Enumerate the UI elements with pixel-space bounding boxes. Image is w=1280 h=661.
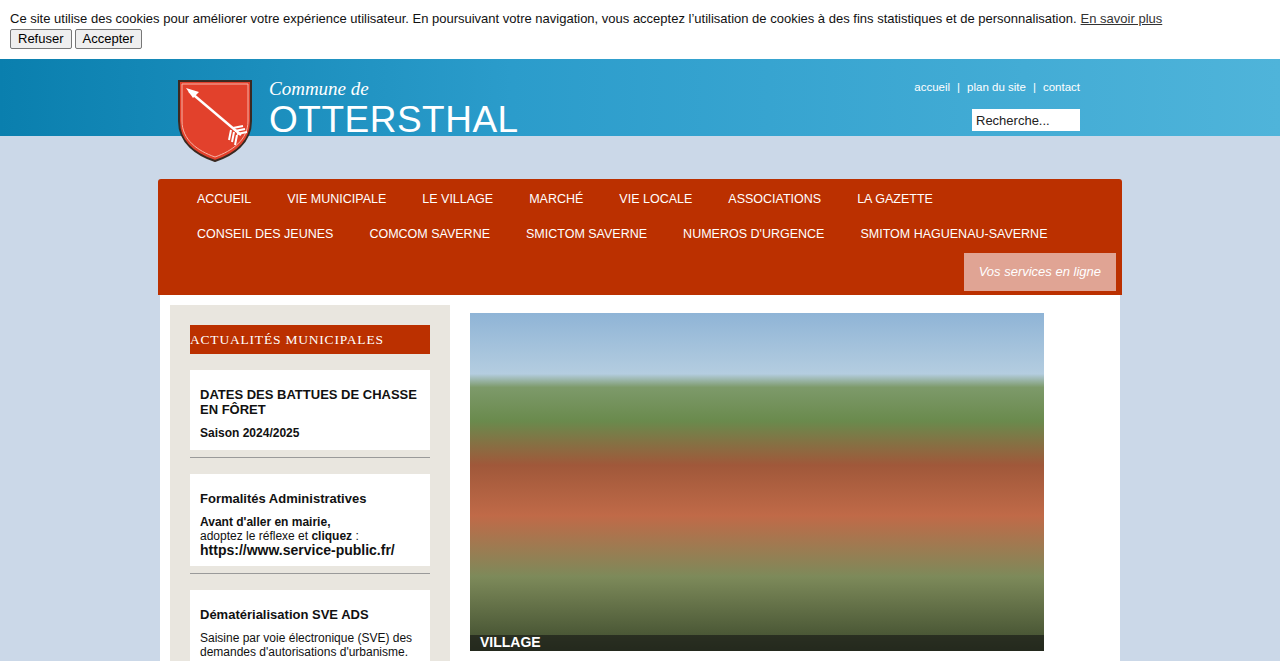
cookie-buttons: RefuserAccepter <box>10 29 1270 49</box>
menu-link[interactable]: NUMEROS D'URGENCE <box>665 217 842 252</box>
menu-item: CONSEIL DES JEUNES <box>179 217 351 252</box>
menu-item: ASSOCIATIONS <box>710 182 839 217</box>
menu-item: LE VILLAGE <box>404 182 511 217</box>
menu-link[interactable]: SMICTOM SAVERNE <box>508 217 665 252</box>
menu-item: ACCUEIL <box>179 182 269 217</box>
menu-item: SMICTOM SAVERNE <box>508 217 665 252</box>
menu-item: SMITOM HAGUENAU-SAVERNE <box>842 217 1065 252</box>
top-links: accueil | plan du site | contact <box>914 80 1080 94</box>
header-tools: accueil | plan du site | contact <box>914 59 1080 136</box>
more-info-link[interactable]: En savoir plus <box>1081 11 1163 26</box>
news-item: Dématérialisation SVE ADS Saisine par voi… <box>190 590 430 661</box>
menu-item: VIE LOCALE <box>601 182 710 217</box>
menu-link[interactable]: ASSOCIATIONS <box>710 182 839 217</box>
news-text: cliquez <box>311 529 352 543</box>
content: ACTUALITÉS MUNICIPALES DATES DES BATTUES … <box>160 295 1120 661</box>
news-title[interactable]: Formalités Administratives <box>200 491 420 506</box>
online-services-button[interactable]: Vos services en ligne <box>964 253 1116 291</box>
menu-item: MARCHÉ <box>511 182 601 217</box>
coat-of-arms-icon <box>177 79 253 163</box>
news-card[interactable]: Dématérialisation SVE ADS Saisine par voi… <box>190 590 430 661</box>
menu-item: VIE MUNICIPALE <box>269 182 404 217</box>
menu-link[interactable]: VIE LOCALE <box>601 182 710 217</box>
news-card[interactable]: DATES DES BATTUES DE CHASSE EN FÔRET Sais… <box>190 370 430 450</box>
site-name[interactable]: OTTERSTHAL <box>269 100 519 140</box>
sidebar-title: ACTUALITÉS MUNICIPALES <box>190 325 430 354</box>
news-text: adoptez le réflexe et <box>200 529 311 543</box>
cookie-button[interactable]: Refuser <box>10 29 72 49</box>
menu-link[interactable]: SMITOM HAGUENAU-SAVERNE <box>842 217 1065 252</box>
news-text: Saisine par voie électronique (SVE) des … <box>200 631 412 659</box>
news-line: Saisine par voie électronique (SVE) des … <box>200 631 420 659</box>
sidebar: ACTUALITÉS MUNICIPALES DATES DES BATTUES … <box>170 305 450 661</box>
slide-caption: VILLAGE <box>470 635 1044 651</box>
news-text[interactable]: https://www.service-public.fr/ <box>200 542 395 558</box>
cookie-text: Ce site utilise des cookies pour amélior… <box>10 11 1077 26</box>
search-input[interactable] <box>972 109 1080 131</box>
news-text: Avant d'aller en mairie, <box>200 515 330 529</box>
main-menu: ACCUEILVIE MUNICIPALELE VILLAGEMARCHÉVIE… <box>158 179 1122 295</box>
menu-link[interactable]: CONSEIL DES JEUNES <box>179 217 351 252</box>
link-separator: | <box>957 81 960 93</box>
top-link[interactable]: accueil <box>914 81 950 93</box>
cookie-message: Ce site utilise des cookies pour amélior… <box>10 10 1270 28</box>
services-row: Vos services en ligne <box>179 253 1116 291</box>
header: Commune deOTTERSTHAL accueil | plan du site… <box>0 59 1280 136</box>
site-subtitle: Commune de <box>269 78 519 100</box>
news-text: : <box>352 529 359 543</box>
news-title[interactable]: DATES DES BATTUES DE CHASSE EN FÔRET <box>200 387 420 417</box>
news-title[interactable]: Dématérialisation SVE ADS <box>200 607 420 622</box>
news-line: Saison 2024/2025 <box>200 426 420 440</box>
cookie-button[interactable]: Accepter <box>75 29 142 49</box>
news-text: Saison 2024/2025 <box>200 426 299 440</box>
top-link[interactable]: contact <box>1043 81 1080 93</box>
menu-link[interactable]: LA GAZETTE <box>839 182 951 217</box>
news-line: Avant d'aller en mairie, <box>200 515 420 529</box>
menu-link[interactable]: LE VILLAGE <box>404 182 511 217</box>
link-separator: | <box>1033 81 1036 93</box>
menu-item: COMCOM SAVERNE <box>351 217 508 252</box>
menu-link[interactable]: ACCUEIL <box>179 182 269 217</box>
header-inner: Commune deOTTERSTHAL accueil | plan du site… <box>160 59 1120 136</box>
cookie-bar: Ce site utilise des cookies pour amélior… <box>0 0 1280 59</box>
top-link[interactable]: plan du site <box>967 81 1026 93</box>
village-photo-slider[interactable]: VILLAGE <box>470 313 1044 651</box>
menu-link[interactable]: MARCHÉ <box>511 182 601 217</box>
menu-link[interactable]: VIE MUNICIPALE <box>269 182 404 217</box>
site-title: Commune deOTTERSTHAL <box>269 59 519 136</box>
menu-list: ACCUEILVIE MUNICIPALELE VILLAGEMARCHÉVIE… <box>179 182 1099 252</box>
news-line: https://www.service-public.fr/ <box>200 543 420 558</box>
news-card[interactable]: Formalités Administratives Avant d'aller … <box>190 474 430 566</box>
menu-link[interactable]: COMCOM SAVERNE <box>351 217 508 252</box>
menu-item: LA GAZETTE <box>839 182 951 217</box>
news-item: DATES DES BATTUES DE CHASSE EN FÔRET Sais… <box>190 370 430 458</box>
news-item: Formalités Administratives Avant d'aller … <box>190 474 430 574</box>
news-line: adoptez le réflexe et cliquez : <box>200 529 420 543</box>
menu-item: NUMEROS D'URGENCE <box>665 217 842 252</box>
